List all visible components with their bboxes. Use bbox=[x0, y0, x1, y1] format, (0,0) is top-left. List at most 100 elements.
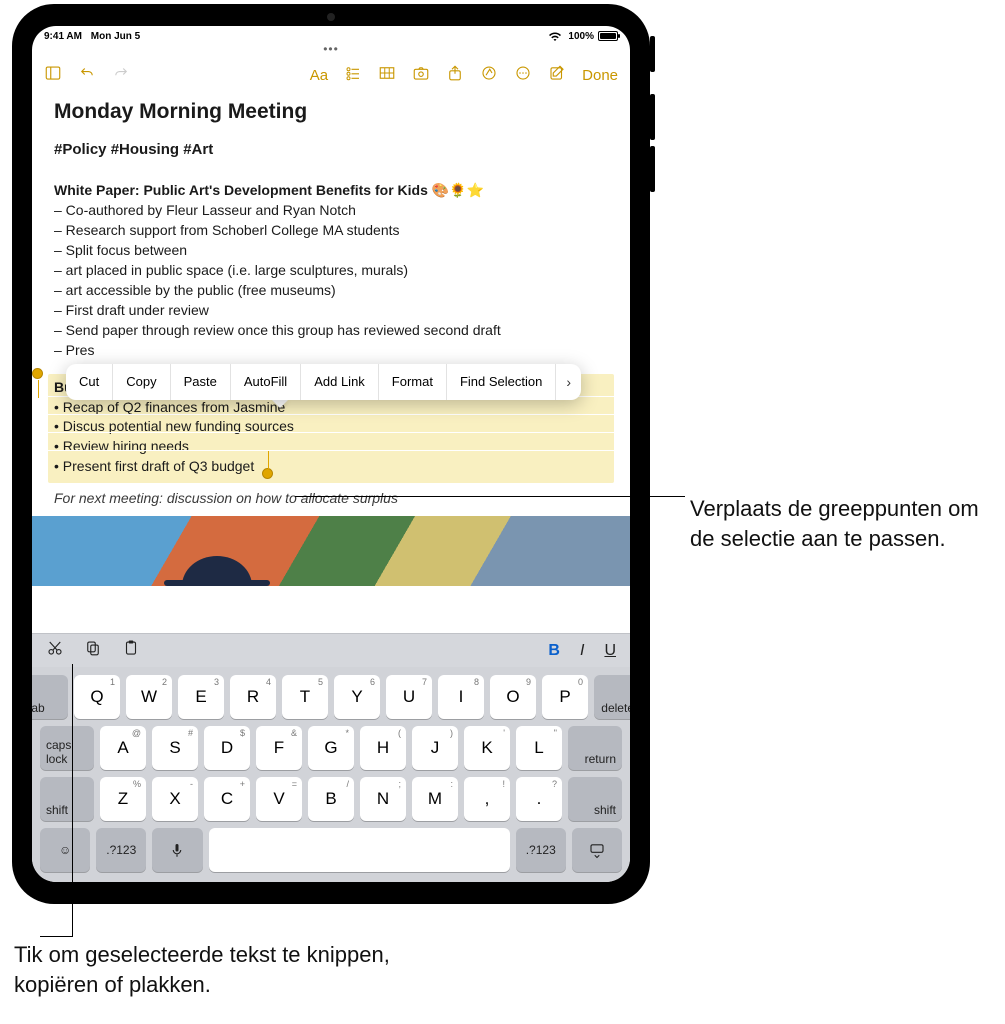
key-dictate[interactable] bbox=[152, 828, 202, 872]
key-t[interactable]: 5T bbox=[282, 675, 328, 719]
list-item: – art placed in public space (i.e. large… bbox=[54, 261, 608, 280]
menu-paste[interactable]: Paste bbox=[171, 364, 231, 400]
list-item: – Pres bbox=[54, 341, 608, 360]
key-emoji[interactable]: ☺ bbox=[40, 828, 90, 872]
key-d[interactable]: $D bbox=[204, 726, 250, 770]
key-period[interactable]: ?. bbox=[516, 777, 562, 821]
status-date: Mon Jun 5 bbox=[91, 31, 140, 42]
on-screen-keyboard: tab 1Q 2W 3E 4R 5T 6Y 7U 8I 9O 0P delete… bbox=[32, 667, 630, 882]
emoji-set: 🎨🌻⭐ bbox=[432, 182, 484, 198]
key-hide-keyboard[interactable] bbox=[572, 828, 622, 872]
battery-icon bbox=[598, 31, 618, 41]
menu-add-link[interactable]: Add Link bbox=[301, 364, 379, 400]
key-k[interactable]: 'K bbox=[464, 726, 510, 770]
key-o[interactable]: 9O bbox=[490, 675, 536, 719]
key-r[interactable]: 4R bbox=[230, 675, 276, 719]
key-j[interactable]: )J bbox=[412, 726, 458, 770]
text-format-icon[interactable]: Aa bbox=[310, 67, 328, 84]
sidebar-icon[interactable] bbox=[44, 64, 62, 87]
key-row-1: tab 1Q 2W 3E 4R 5T 6Y 7U 8I 9O 0P delete bbox=[40, 675, 622, 719]
menu-find-selection[interactable]: Find Selection bbox=[447, 364, 556, 400]
note-body[interactable]: Monday Morning Meeting #Policy #Housing … bbox=[32, 92, 630, 633]
key-return[interactable]: return bbox=[568, 726, 622, 770]
notes-toolbar: Aa Done bbox=[32, 58, 630, 92]
table-icon[interactable] bbox=[378, 64, 396, 87]
copy-icon[interactable] bbox=[84, 639, 102, 662]
camera-icon[interactable] bbox=[412, 64, 430, 87]
list-item: – art accessible by the public (free mus… bbox=[54, 281, 608, 300]
key-row-3: shift %Z -X +C =V /B ;N :M !, ?. shift bbox=[40, 777, 622, 821]
selection-handle-start[interactable] bbox=[32, 368, 43, 379]
key-shift-left[interactable]: shift bbox=[40, 777, 94, 821]
menu-copy[interactable]: Copy bbox=[113, 364, 170, 400]
callout-leader-2a bbox=[72, 664, 73, 936]
status-time: 9:41 AM bbox=[44, 31, 82, 42]
key-u[interactable]: 7U bbox=[386, 675, 432, 719]
key-space[interactable] bbox=[209, 828, 510, 872]
key-l[interactable]: "L bbox=[516, 726, 562, 770]
callout-cut-copy-paste: Tik om geselecteerde tekst te knippen, k… bbox=[14, 940, 434, 999]
menu-more-arrow[interactable]: › bbox=[556, 373, 581, 392]
key-z[interactable]: %Z bbox=[100, 777, 146, 821]
key-row-4: ☺ .?123 .?123 bbox=[40, 828, 622, 872]
note-tags: #Policy #Housing #Art bbox=[54, 140, 608, 160]
share-icon[interactable] bbox=[446, 64, 464, 87]
done-button[interactable]: Done bbox=[582, 67, 618, 84]
multitask-dots[interactable]: ••• bbox=[32, 42, 630, 56]
cut-icon[interactable] bbox=[46, 639, 64, 662]
selection-handle-end[interactable] bbox=[262, 468, 273, 479]
key-b[interactable]: /B bbox=[308, 777, 354, 821]
key-q[interactable]: 1Q bbox=[74, 675, 120, 719]
note-title: Monday Morning Meeting bbox=[54, 98, 608, 126]
keyboard-shortcut-bar: B I U bbox=[32, 633, 630, 667]
undo-icon[interactable] bbox=[78, 64, 96, 87]
dash-list: – Co-authored by Fleur Lasseur and Ryan … bbox=[54, 201, 608, 359]
more-icon[interactable] bbox=[514, 64, 532, 87]
key-w[interactable]: 2W bbox=[126, 675, 172, 719]
key-capslock[interactable]: caps lock bbox=[40, 726, 94, 770]
key-c[interactable]: +C bbox=[204, 777, 250, 821]
key-m[interactable]: :M bbox=[412, 777, 458, 821]
key-v[interactable]: =V bbox=[256, 777, 302, 821]
key-s[interactable]: #S bbox=[152, 726, 198, 770]
menu-autofill[interactable]: AutoFill bbox=[231, 364, 301, 400]
key-i[interactable]: 8I bbox=[438, 675, 484, 719]
paste-icon[interactable] bbox=[122, 639, 140, 662]
key-g[interactable]: *G bbox=[308, 726, 354, 770]
power-button bbox=[650, 36, 655, 72]
redo-icon bbox=[112, 64, 130, 87]
callout-leader-1 bbox=[295, 496, 685, 497]
bold-button[interactable]: B bbox=[548, 642, 560, 660]
key-h[interactable]: (H bbox=[360, 726, 406, 770]
menu-format[interactable]: Format bbox=[379, 364, 447, 400]
key-y[interactable]: 6Y bbox=[334, 675, 380, 719]
italic-button[interactable]: I bbox=[580, 642, 584, 660]
key-a[interactable]: @A bbox=[100, 726, 146, 770]
list-item: – Split focus between bbox=[54, 241, 608, 260]
key-comma[interactable]: !, bbox=[464, 777, 510, 821]
key-numsym-right[interactable]: .?123 bbox=[516, 828, 566, 872]
edit-menu: Cut Copy Paste AutoFill Add Link Format … bbox=[66, 364, 581, 400]
ipad-frame: 9:41 AM Mon Jun 5 100% ••• Aa bbox=[12, 4, 650, 904]
volume-up-button bbox=[650, 94, 655, 140]
key-f[interactable]: &F bbox=[256, 726, 302, 770]
key-numsym-left[interactable]: .?123 bbox=[96, 828, 146, 872]
key-p[interactable]: 0P bbox=[542, 675, 588, 719]
markup-icon[interactable] bbox=[480, 64, 498, 87]
note-image[interactable] bbox=[32, 516, 630, 586]
key-e[interactable]: 3E bbox=[178, 675, 224, 719]
figure-hat bbox=[182, 556, 252, 586]
compose-icon[interactable] bbox=[548, 64, 566, 87]
list-item: – First draft under review bbox=[54, 301, 608, 320]
underline-button[interactable]: U bbox=[604, 642, 616, 660]
key-delete[interactable]: delete bbox=[594, 675, 630, 719]
menu-cut[interactable]: Cut bbox=[66, 364, 113, 400]
checklist-icon[interactable] bbox=[344, 64, 362, 87]
list-item: – Research support from Schoberl College… bbox=[54, 221, 608, 240]
key-shift-right[interactable]: shift bbox=[568, 777, 622, 821]
next-meeting-line: For next meeting: discussion on how to a… bbox=[54, 489, 608, 508]
key-x[interactable]: -X bbox=[152, 777, 198, 821]
key-tab[interactable]: tab bbox=[32, 675, 68, 719]
key-row-2: caps lock @A #S $D &F *G (H )J 'K "L ret… bbox=[40, 726, 622, 770]
key-n[interactable]: ;N bbox=[360, 777, 406, 821]
